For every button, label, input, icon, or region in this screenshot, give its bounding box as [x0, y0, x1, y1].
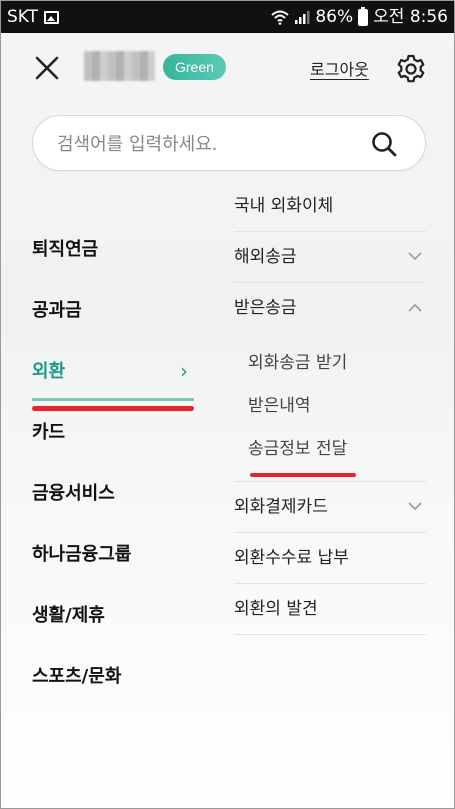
chevron-down-icon: [408, 482, 422, 533]
category-label: 퇴직연금: [32, 239, 99, 260]
status-left: SKT: [7, 1, 60, 33]
chevron-down-icon: [408, 232, 422, 283]
category-label: 카드: [32, 422, 66, 443]
submenu-child-receive-fx-remittance[interactable]: 외화송금 받기: [248, 342, 426, 385]
submenu-label: 받은송금: [234, 298, 297, 318]
received-remittance-children: 외화송금 받기 받은내역 송금정보 전달: [234, 334, 426, 482]
category-item-lifestyle[interactable]: 생활/제휴: [32, 585, 194, 646]
submenu-item-domestic-fx-transfer[interactable]: 국내 외화이체: [234, 181, 426, 232]
search-icon[interactable]: [370, 130, 398, 158]
search-input[interactable]: [57, 116, 357, 172]
category-label: 스포츠/문화: [32, 666, 122, 687]
status-bar: SKT 86% 오전 8:56: [1, 1, 454, 33]
submenu-item-fx-discovery[interactable]: 외환의 발견: [234, 584, 426, 635]
menu-header: Green 로그아웃: [1, 33, 454, 103]
submenu-label: 외화결제카드: [234, 497, 328, 517]
chevron-up-icon: [408, 283, 422, 334]
red-highlight-mark: [250, 473, 356, 477]
user-name-redacted: [84, 51, 155, 81]
red-highlight-mark: [32, 406, 194, 411]
submenu-item-overseas-remittance[interactable]: 해외송금: [234, 232, 426, 283]
category-item-utilities[interactable]: 공과금: [32, 280, 194, 341]
category-menu: 퇴직연금 공과금 외환 › 카드 금융서비스 하나금융그룹 생활/제휴 스포츠/…: [32, 219, 194, 707]
category-item-foreign-exchange[interactable]: 외환 ›: [32, 341, 194, 402]
category-label: 생활/제휴: [32, 605, 105, 626]
category-item-retirement-pension[interactable]: 퇴직연금: [32, 219, 194, 280]
category-label: 하나금융그룹: [32, 544, 132, 565]
submenu-label: 외환수수료 납부: [234, 548, 349, 568]
logout-link[interactable]: 로그아웃: [310, 56, 369, 80]
submenu-item-received-remittance[interactable]: 받은송금: [234, 283, 426, 334]
battery-icon: [358, 6, 369, 26]
battery-percent: 86%: [315, 7, 354, 27]
gear-icon[interactable]: [395, 53, 427, 85]
app-frame: SKT 86% 오전 8:56 Green 로그아웃 검색어를 입력하세요. 퇴…: [0, 0, 455, 809]
submenu-label: 해외송금: [234, 247, 297, 267]
category-item-financial-services[interactable]: 금융서비스: [32, 463, 194, 524]
submenu-child-received-history[interactable]: 받은내역: [248, 385, 426, 428]
category-item-card[interactable]: 카드: [32, 402, 194, 463]
category-item-sports-culture[interactable]: 스포츠/문화: [32, 646, 194, 707]
signal-icon: [295, 11, 310, 24]
submenu-label: 국내 외화이체: [234, 196, 334, 216]
wifi-icon: [271, 10, 290, 25]
chevron-right-icon: ›: [180, 359, 188, 383]
submenu-item-fx-fee-payment[interactable]: 외환수수료 납부: [234, 533, 426, 584]
close-icon[interactable]: [32, 53, 62, 83]
category-label: 외환: [32, 361, 66, 382]
submenu-list: 국내 외화이체 해외송금 받은송금 외화송금 받기 받은내역 송금정보 전달 외…: [234, 181, 426, 635]
submenu-label: 외환의 발견: [234, 599, 318, 619]
category-item-hana-group[interactable]: 하나금융그룹: [32, 524, 194, 585]
status-right: 86% 오전 8:56: [271, 1, 448, 33]
clock: 오전 8:56: [373, 7, 448, 27]
grade-badge: Green: [163, 54, 226, 80]
submenu-child-send-remittance-info[interactable]: 송금정보 전달: [248, 428, 426, 471]
active-category-underline: [32, 398, 194, 401]
carrier-label: SKT: [7, 7, 39, 27]
submenu-item-fx-payment-card[interactable]: 외화결제카드: [234, 482, 426, 533]
search-bar: [32, 115, 426, 172]
category-label: 공과금: [32, 300, 82, 321]
category-label: 금융서비스: [32, 483, 115, 504]
gallery-icon: [44, 10, 60, 24]
